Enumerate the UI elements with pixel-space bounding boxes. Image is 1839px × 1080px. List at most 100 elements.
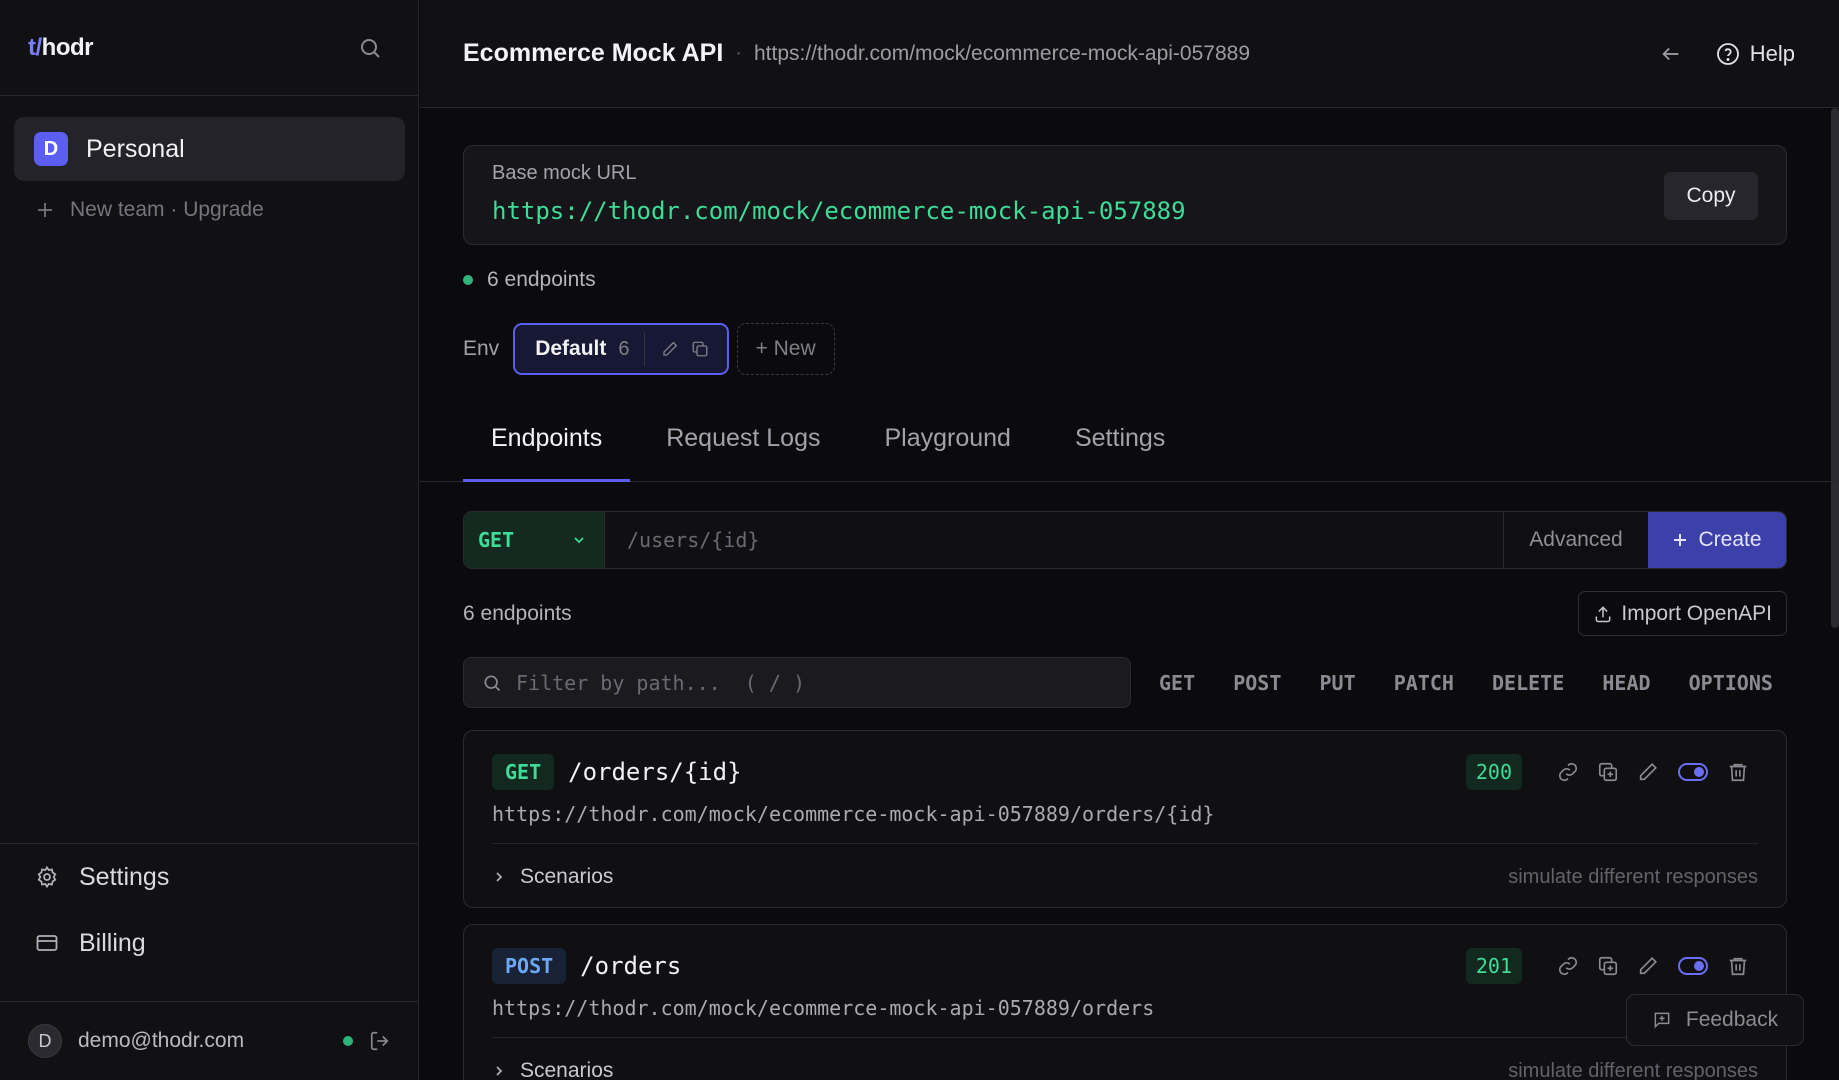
method-filter-post[interactable]: POST xyxy=(1233,671,1281,695)
advanced-button[interactable]: Advanced xyxy=(1503,512,1648,568)
api-url: https://thodr.com/mock/ecommerce-mock-ap… xyxy=(753,41,1251,65)
scenarios-row[interactable]: Scenarios simulate different responses xyxy=(492,857,1758,897)
scenarios-hint: simulate different responses xyxy=(1508,865,1758,888)
method-badge: POST xyxy=(492,948,567,984)
copy-button[interactable]: Copy xyxy=(1664,172,1758,220)
pencil-icon[interactable] xyxy=(661,340,679,358)
trash-icon[interactable] xyxy=(1727,955,1749,977)
endpoint-path: /orders xyxy=(580,952,682,980)
method-badge: GET xyxy=(492,754,555,790)
divider xyxy=(492,1037,1758,1038)
create-label: Create xyxy=(1698,528,1762,551)
base-url-label: Base mock URL xyxy=(492,162,637,184)
tab-endpoints[interactable]: Endpoints xyxy=(463,424,631,482)
import-openapi-button[interactable]: Import OpenAPI xyxy=(1578,591,1787,636)
endpoint-list-count: 6 endpoints xyxy=(463,601,572,625)
endpoint-url: https://thodr.com/mock/ecommerce-mock-ap… xyxy=(492,802,1215,826)
online-status-dot xyxy=(343,1036,353,1046)
create-button[interactable]: Create xyxy=(1648,512,1786,568)
message-square-icon xyxy=(1652,1010,1686,1030)
sidebar-item-billing[interactable]: Billing xyxy=(0,910,419,976)
divider xyxy=(492,843,1758,844)
environment-row: Env Default 6 + New xyxy=(463,323,835,375)
logo-suffix: hodr xyxy=(41,33,94,61)
method-filter-head[interactable]: HEAD xyxy=(1602,671,1650,695)
logout-icon[interactable] xyxy=(369,1030,391,1052)
avatar[interactable]: D xyxy=(28,1024,62,1058)
tab-playground[interactable]: Playground xyxy=(856,424,1038,482)
logo[interactable]: t/hodr xyxy=(28,33,94,62)
pencil-icon[interactable] xyxy=(1637,955,1659,977)
sidebar-bottom-nav: Settings Billing xyxy=(0,843,419,976)
path-input[interactable] xyxy=(605,512,1503,568)
scenarios-label: Scenarios xyxy=(520,865,614,888)
trash-icon[interactable] xyxy=(1727,761,1749,783)
duplicate-icon[interactable] xyxy=(1597,761,1619,783)
method-filter-patch[interactable]: PATCH xyxy=(1394,671,1454,695)
new-team-link[interactable]: New team · Upgrade xyxy=(36,198,264,222)
env-divider xyxy=(643,332,645,366)
env-chip-default[interactable]: Default 6 xyxy=(513,323,729,375)
chevron-down-icon xyxy=(572,533,586,547)
endpoint-list-header: 6 endpoints Import OpenAPI xyxy=(463,591,1787,636)
link-icon[interactable] xyxy=(1557,955,1579,977)
scrollbar[interactable] xyxy=(1831,108,1839,628)
link-icon[interactable] xyxy=(1557,761,1579,783)
new-env-button[interactable]: + New xyxy=(736,323,835,375)
scenarios-label: Scenarios xyxy=(520,1059,614,1080)
arrow-left-icon[interactable] xyxy=(1660,43,1682,65)
duplicate-icon[interactable] xyxy=(691,340,709,358)
plus-icon xyxy=(36,201,70,219)
env-label: Env xyxy=(463,337,500,360)
sidebar-item-label: Billing xyxy=(79,928,146,957)
status-badge: 200 xyxy=(1465,754,1522,790)
search-icon[interactable] xyxy=(358,36,382,60)
endpoint-path: /orders/{id} xyxy=(568,758,742,786)
status-badge: 201 xyxy=(1465,948,1522,984)
endpoint-url: https://thodr.com/mock/ecommerce-mock-ap… xyxy=(492,996,1155,1020)
scenarios-row[interactable]: Scenarios simulate different responses xyxy=(492,1051,1758,1080)
feedback-label: Feedback xyxy=(1685,1008,1779,1031)
chevron-right-icon xyxy=(492,870,520,884)
method-filter-options[interactable]: OPTIONS xyxy=(1689,671,1773,695)
search-icon xyxy=(482,673,516,693)
credit-card-icon xyxy=(35,931,79,955)
endpoint-card: GET /orders/{id} 200 https://thodr.com/m… xyxy=(463,730,1787,908)
enable-toggle[interactable] xyxy=(1678,957,1708,975)
tab-settings[interactable]: Settings xyxy=(1047,424,1193,482)
new-team-label: New team · Upgrade xyxy=(70,198,264,221)
help-button[interactable]: Help xyxy=(1716,41,1795,67)
method-filter-delete[interactable]: DELETE xyxy=(1492,671,1564,695)
filter-input[interactable] xyxy=(516,670,1112,695)
sidebar: t/hodr D Personal New team · Upgrade Set… xyxy=(0,0,419,1080)
feedback-button[interactable]: Feedback xyxy=(1626,994,1804,1046)
endpoint-card: POST /orders 201 https://thodr.com/mock/… xyxy=(463,924,1787,1080)
title-separator: · xyxy=(735,42,742,64)
tab-bar: Endpoints Request Logs Playground Settin… xyxy=(420,424,1839,482)
method-select[interactable]: GET xyxy=(464,512,605,568)
pencil-icon[interactable] xyxy=(1637,761,1659,783)
duplicate-icon[interactable] xyxy=(1597,955,1619,977)
method-filter-get[interactable]: GET xyxy=(1159,671,1195,695)
method-filter-put[interactable]: PUT xyxy=(1319,671,1355,695)
plus-icon xyxy=(1672,532,1698,548)
env-name: Default xyxy=(535,337,607,360)
selected-method: GET xyxy=(478,528,515,552)
chevron-right-icon xyxy=(492,1064,520,1078)
endpoint-header: GET /orders/{id} 200 xyxy=(492,752,1758,792)
import-label: Import OpenAPI xyxy=(1621,601,1772,625)
base-url-card: Base mock URL https://thodr.com/mock/eco… xyxy=(463,145,1787,245)
enable-toggle[interactable] xyxy=(1678,763,1708,781)
env-count: 6 xyxy=(618,337,630,360)
help-label: Help xyxy=(1749,40,1795,66)
filter-box xyxy=(463,657,1131,708)
sidebar-header: t/hodr xyxy=(0,0,418,96)
team-item-personal[interactable]: D Personal xyxy=(14,117,405,181)
sidebar-item-settings[interactable]: Settings xyxy=(0,844,419,910)
endpoint-status: 6 endpoints xyxy=(463,268,596,292)
tab-request-logs[interactable]: Request Logs xyxy=(638,424,848,482)
sidebar-item-label: Settings xyxy=(79,862,170,891)
top-bar: Ecommerce Mock API · https://thodr.com/m… xyxy=(420,0,1839,108)
endpoint-count: 6 endpoints xyxy=(487,268,596,291)
scenarios-hint: simulate different responses xyxy=(1508,1059,1758,1080)
